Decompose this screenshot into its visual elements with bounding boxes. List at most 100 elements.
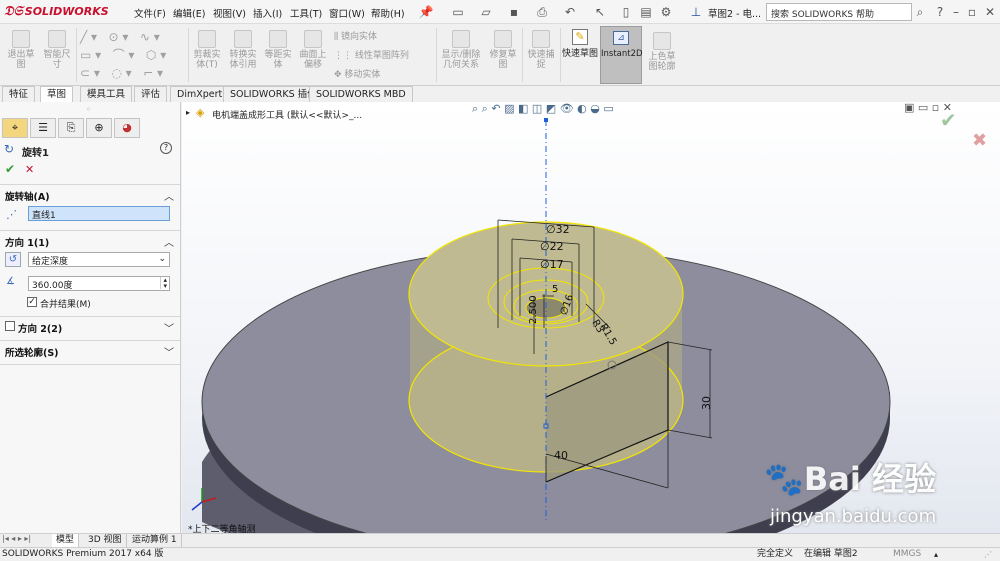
merge-checkbox[interactable]: ✓ — [27, 297, 37, 307]
angle-input[interactable]: 360.00度 ▴ ▾ — [28, 276, 170, 291]
options-gear-icon[interactable]: ⚙ — [658, 4, 674, 20]
search-input[interactable]: 搜索 SOLIDWORKS 帮助 — [766, 3, 912, 21]
repair-sketch-button[interactable]: 修复草图 — [486, 30, 520, 70]
tab-model[interactable]: 模型 — [52, 534, 80, 548]
axis-section-title[interactable]: 旋转轴(A) — [5, 189, 50, 203]
minimize-icon[interactable]: – — [948, 4, 964, 20]
pencil-icon: ✎ — [572, 29, 588, 45]
file-props-icon[interactable]: ▤ — [638, 4, 654, 20]
resize-grip-icon[interactable]: ⋰ — [984, 548, 992, 561]
units-chevron-icon[interactable]: ▴ — [934, 548, 938, 561]
menu-tools[interactable]: 工具(T) — [290, 6, 322, 20]
property-manager-tab-icon[interactable]: ⌖ — [2, 118, 28, 138]
expand-chevron-icon[interactable]: ﹀ — [164, 320, 174, 335]
sketch-status: 完全定义 — [757, 549, 794, 559]
pin-icon[interactable]: 📌 — [418, 4, 434, 20]
menu-view[interactable]: 视图(V) — [213, 6, 246, 20]
open-icon[interactable]: ▱ — [478, 4, 494, 20]
help-icon[interactable]: ? — [160, 142, 172, 154]
restore-icon[interactable]: ▫ — [964, 4, 980, 20]
tab-motion-study[interactable]: 运动算例 1 — [128, 534, 182, 548]
expand-chevron-icon[interactable]: ﹀ — [164, 344, 174, 359]
help-icon[interactable]: ? — [932, 4, 948, 20]
tab-sketch[interactable]: 草图 — [40, 86, 74, 102]
solidworks-logo[interactable]: 𝔇𝔖 SOLIDWORKS — [4, 4, 109, 19]
graphics-area[interactable]: ▸ ◈ 电机端盖成形工具 (默认<<默认>_... ⌕ ⌕ ↶ ▨ ◧ ◫ ◩ … — [182, 102, 1000, 533]
close-icon[interactable]: ✕ — [982, 4, 998, 20]
mirror-entities-button[interactable]: ⫼ 镜向实体 — [334, 30, 409, 49]
menu-edit[interactable]: 编辑(E) — [173, 6, 205, 20]
ok-checkmark-icon[interactable]: ✔ — [5, 162, 15, 176]
offset-entities-button[interactable]: 等距实体 — [262, 30, 294, 70]
panel-grip-icon[interactable]: ◦ — [86, 105, 91, 114]
dim-d22[interactable]: ∅22 — [540, 240, 564, 253]
convert-entities-button[interactable]: 转换实体引用 — [226, 30, 260, 70]
linear-pattern-button[interactable]: ⋮⋮ 线性草图阵列 — [334, 49, 409, 68]
dimxpert-tab-icon[interactable]: ⊕ — [86, 118, 112, 138]
dim-40[interactable]: 40 — [554, 449, 568, 462]
dim-2500[interactable]: 2.500 — [528, 295, 539, 324]
exit-sketch-button[interactable]: 退出草图 — [4, 30, 38, 70]
smart-dimension-button[interactable]: 智能尺寸 — [40, 30, 74, 70]
undo-icon[interactable]: ↶ — [562, 4, 578, 20]
instant2d-button[interactable]: ⊿ Instant2D — [600, 26, 643, 84]
shaded-sketch-contours-button[interactable]: 上色草图轮廓 — [646, 32, 678, 72]
tab-3d-view[interactable]: 3D 视图 — [84, 534, 127, 548]
axis-selection-field[interactable]: 直线1 — [28, 206, 170, 221]
document-title: 草图2 - 电... — [708, 9, 762, 20]
watermark-url: jingyan.baidu.com — [770, 506, 937, 527]
menu-file[interactable]: 文件(F) — [134, 6, 166, 20]
new-doc-icon[interactable]: ▭ — [450, 4, 466, 20]
repair-icon — [494, 30, 512, 48]
rebuild-icon[interactable]: ▯ — [618, 4, 634, 20]
rectangle-tool-icon[interactable]: ▭ ▾ ⌒ ▾ ⬡ ▾ — [80, 46, 184, 64]
dim-30[interactable]: 30 — [700, 396, 713, 410]
direction1-section-title[interactable]: 方向 1(1) — [5, 235, 49, 249]
display-relations-button[interactable]: 显示/删除几何关系 — [440, 30, 482, 70]
direction2-checkbox[interactable] — [5, 321, 15, 331]
spinner-icon[interactable]: ▴ ▾ — [160, 277, 167, 290]
save-icon[interactable]: ▪ — [506, 4, 522, 20]
slot-tool-icon[interactable]: ⊂ ▾ ◌ ▾ ⌐ ▾ — [80, 64, 184, 82]
print-icon[interactable]: ⎙ — [534, 4, 550, 20]
cancel-x-icon[interactable]: ✕ — [25, 163, 34, 176]
feature-tree-tab-icon[interactable]: ☰ — [30, 118, 56, 138]
search-icon[interactable]: ⌕ — [912, 4, 928, 20]
divider — [0, 230, 180, 231]
display-manager-tab-icon[interactable]: ◕ — [114, 118, 140, 138]
tab-evaluate[interactable]: 评估 — [134, 86, 168, 102]
tab-scroll-icons[interactable]: |◂ ◂ ▸ ▸| — [2, 534, 31, 543]
menu-window[interactable]: 窗口(W) — [329, 6, 365, 20]
end-condition-select[interactable]: 给定深度 ⌄ — [28, 252, 170, 267]
reverse-direction-icon[interactable]: ↺ — [5, 252, 21, 267]
dim-d17[interactable]: ∅17 — [540, 258, 564, 271]
tab-features[interactable]: 特征 — [2, 86, 36, 102]
configuration-tab-icon[interactable]: ⎘ — [58, 118, 84, 138]
direction2-section-title[interactable]: 方向 2(2) — [18, 321, 62, 335]
rapid-sketch-button[interactable]: ✎ 快速草图 — [562, 27, 598, 83]
tab-mold-tools[interactable]: 模具工具 — [80, 86, 133, 102]
tab-dimxpert[interactable]: DimXpert — [170, 86, 230, 102]
ribbon-divider — [188, 28, 189, 82]
move-entities-button[interactable]: ✥ 移动实体 — [334, 68, 409, 87]
selected-contours-title[interactable]: 所选轮廓(S) — [5, 345, 59, 359]
smart-dimension-icon — [48, 30, 66, 48]
editing-status: 在编辑 草图2 — [804, 549, 858, 559]
menu-insert[interactable]: 插入(I) — [253, 6, 282, 20]
quick-snap-button[interactable]: 快速捕捉 — [524, 30, 558, 70]
unit-system[interactable]: MMGS — [893, 548, 921, 561]
tab-mbd[interactable]: SOLIDWORKS MBD — [309, 86, 413, 102]
relations-icon — [452, 30, 470, 48]
menu-help[interactable]: 帮助(H) — [371, 6, 405, 20]
dim-d32[interactable]: ∅32 — [546, 223, 570, 236]
dim-5[interactable]: 5 — [552, 284, 558, 295]
collapse-chevron-icon[interactable]: ︿ — [164, 188, 174, 203]
collapse-chevron-icon[interactable]: ︿ — [164, 234, 174, 249]
offset-on-surface-button[interactable]: 曲面上偏移 — [296, 30, 330, 70]
line-tool-icon[interactable]: ╱ ▾ ⊙ ▾ ∿ ▾ — [80, 28, 184, 46]
snap-icon — [532, 30, 550, 48]
trim-entities-button[interactable]: 剪裁实体(T) — [190, 30, 224, 70]
select-icon[interactable]: ↖ — [592, 4, 608, 20]
divider — [0, 340, 180, 341]
sketch-entity-tools[interactable]: ╱ ▾ ⊙ ▾ ∿ ▾ ▭ ▾ ⌒ ▾ ⬡ ▾ ⊂ ▾ ◌ ▾ ⌐ ▾ — [80, 28, 184, 82]
